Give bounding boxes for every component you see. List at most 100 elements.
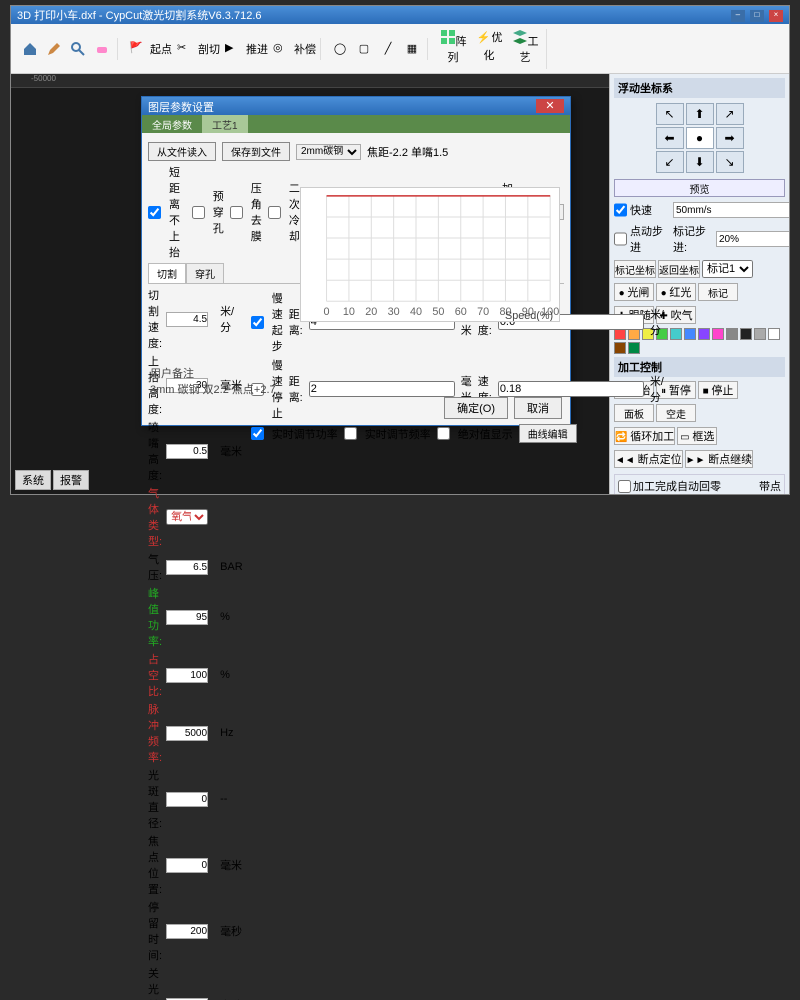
jog-center[interactable]: ● [686,127,714,149]
svg-text:Speed(%): Speed(%) [505,310,553,321]
ok-button[interactable]: 确定(O) [444,397,508,419]
dialog-close-button[interactable]: ✕ [536,99,564,113]
pulse-freq[interactable] [166,726,208,741]
tab-global[interactable]: 全局参数 [142,115,202,133]
power-curve-chart: 0102030405060708090100Speed(%) [300,187,560,322]
color-swatch[interactable] [754,328,766,340]
jog-sw[interactable]: ↙ [656,151,684,173]
cb-reverse[interactable] [230,206,243,219]
cb-short[interactable] [148,206,161,219]
curve-edit-button[interactable]: 曲线编辑 [519,424,577,443]
color-swatch[interactable] [726,328,738,340]
optimize-button[interactable]: ⚡优化 [472,29,506,69]
stop-button[interactable]: ■ 停止 [698,381,738,399]
jog-arrows: ↖ ⬆ ↗ ⬅ ● ➡ ↙ ⬇ ↘ [614,103,785,173]
forward-icon[interactable]: ▶ [222,38,244,60]
offset-icon[interactable]: ◎ [270,38,292,60]
svg-text:60: 60 [455,306,467,318]
svg-text:30: 30 [388,306,400,318]
zoom-icon[interactable] [67,38,89,60]
jog-down[interactable]: ⬇ [686,151,714,173]
circle-icon[interactable]: ◯ [329,38,351,60]
home-icon[interactable] [19,38,41,60]
eraser-icon[interactable] [91,38,113,60]
jog-checkbox[interactable] [614,231,627,247]
window-controls: – □ × [729,8,783,22]
cb-cool2[interactable] [268,206,281,219]
nozzle-height[interactable] [166,444,208,459]
slow-speed2[interactable] [498,381,644,397]
gas-type[interactable]: 氧气 [166,509,208,525]
subtab-pierce[interactable]: 穿孔 [186,263,224,283]
jog-left[interactable]: ⬅ [656,127,684,149]
jog-up[interactable]: ⬆ [686,103,714,125]
ribbon-label-offset: 补偿 [294,41,316,57]
flag-icon[interactable]: 🚩 [126,38,148,60]
save-file-button[interactable]: 保存到文件 [222,142,290,161]
scissors-icon[interactable]: ✂ [174,38,196,60]
material-select[interactable]: 2mm碳钢 [296,144,361,160]
svg-text:40: 40 [410,306,422,318]
tab-system[interactable]: 系统 [15,470,51,490]
fast-value[interactable] [673,202,789,218]
layers-button[interactable]: 工艺 [508,29,542,69]
line-icon[interactable]: ╱ [377,38,399,60]
color-swatch[interactable] [740,328,752,340]
dwell-time[interactable] [166,924,208,939]
jog-nw[interactable]: ↖ [656,103,684,125]
dialog-titlebar[interactable]: 图层参数设置 ✕ [142,97,570,115]
slow-dist2[interactable] [309,381,455,397]
back-coord-button[interactable]: 返回坐标 [658,260,700,278]
window-title: 3D 打印小车.dxf - CypCut激光切割系统V6.3.712.6 [17,7,262,23]
grid-icon[interactable]: ▦ [401,38,423,60]
mark-select[interactable]: 标记1 [702,260,753,278]
cancel-button[interactable]: 取消 [514,397,562,419]
resume-button[interactable]: ►► 断点继续 [685,450,754,468]
svg-text:50: 50 [432,306,444,318]
peak-power[interactable] [166,610,208,625]
close-button[interactable]: × [769,10,783,22]
color-swatch[interactable] [670,328,682,340]
tab-layer1[interactable]: 工艺1 [202,115,248,133]
ribbon-label-start: 起点 [150,41,172,57]
gas-pressure[interactable] [166,560,208,575]
jog-ne[interactable]: ↗ [716,103,744,125]
cut-speed[interactable] [166,312,208,327]
jog-se[interactable]: ↘ [716,151,744,173]
square-icon[interactable]: ▢ [353,38,375,60]
cb-rtfreq[interactable] [344,427,357,440]
preview-button[interactable]: 预览 [614,179,785,197]
focal-info: 焦距-2.2 单嘴1.5 [367,144,448,160]
jog-right[interactable]: ➡ [716,127,744,149]
minimize-button[interactable]: – [731,10,745,22]
focus-pos[interactable] [166,858,208,873]
cb-abs[interactable] [437,427,450,440]
cb-rtpower[interactable] [251,427,264,440]
color-swatch[interactable] [768,328,780,340]
pencil-icon[interactable] [43,38,65,60]
array-button[interactable]: 阵列 [436,29,470,69]
tab-alarm[interactable]: 报警 [53,470,89,490]
svg-text:70: 70 [477,306,489,318]
markstep-value[interactable] [716,231,789,247]
color-swatch[interactable] [684,328,696,340]
maximize-button[interactable]: □ [750,10,764,22]
load-file-button[interactable]: 从文件读入 [148,142,216,161]
frame-button[interactable]: ▭ 框选 [677,427,717,445]
subtab-cut[interactable]: 切割 [148,263,186,283]
duty-cycle[interactable] [166,668,208,683]
layer-params-dialog: 图层参数设置 ✕ 全局参数 工艺1 从文件读入 保存到文件 2mm碳钢 焦距-2… [141,96,571,426]
color-swatch[interactable] [698,328,710,340]
ribbon-label-fwd: 推进 [246,41,268,57]
mark-button[interactable]: 标记 [698,283,738,301]
mark-coord-button[interactable]: 标记坐标 [614,260,656,278]
color-swatch[interactable] [712,328,724,340]
svg-text:0: 0 [324,306,330,318]
spot-dia[interactable] [166,792,208,807]
cb-slowstart[interactable] [251,316,264,329]
off-delay[interactable] [166,998,208,1000]
cb-prepierce[interactable] [192,206,205,219]
bottom-tabs: 系统 报警 [15,470,89,490]
window-titlebar: 3D 打印小车.dxf - CypCut激光切割系统V6.3.712.6 – □… [11,6,789,24]
fast-checkbox[interactable] [614,202,627,218]
